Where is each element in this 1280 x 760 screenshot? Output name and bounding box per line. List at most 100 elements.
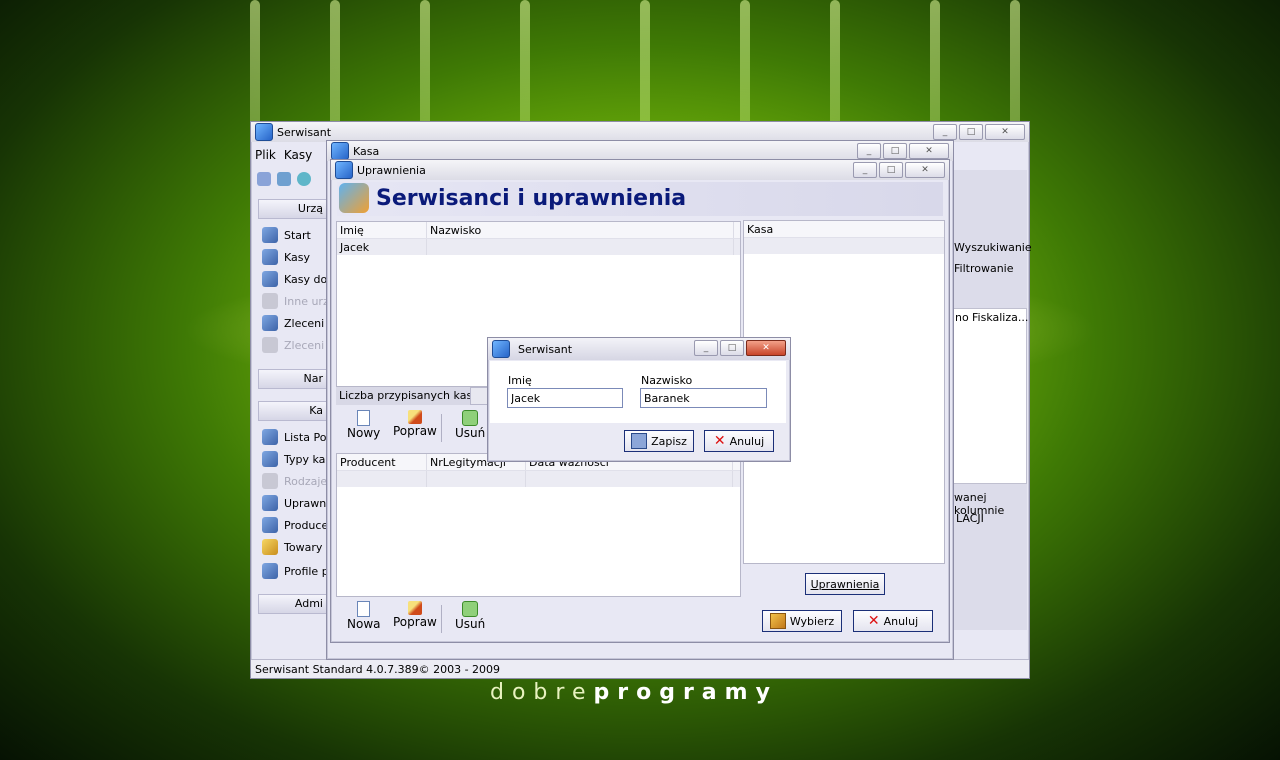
maximize-button[interactable]: □ xyxy=(883,143,907,159)
recycle-bin-icon xyxy=(462,601,479,617)
cancel-icon: ✕ xyxy=(867,613,880,629)
menu-kasy[interactable]: Kasy xyxy=(284,148,312,162)
popraw-bottom-button[interactable]: Popraw xyxy=(393,601,437,629)
right-grid: no Fiskaliza... xyxy=(951,308,1029,484)
sidebar-item-label: Profile p xyxy=(284,564,329,578)
page-title: Serwisanci i uprawnienia xyxy=(376,186,687,211)
main-titlebar[interactable]: Serwisant _ □ ✕ xyxy=(251,122,1029,142)
recycle-bin-icon xyxy=(462,410,479,426)
search-icon[interactable] xyxy=(297,172,311,186)
sidebar-item-profile[interactable]: Profile p xyxy=(262,563,329,579)
column-header-nazwisko[interactable]: Nazwisko xyxy=(427,222,734,238)
usun-button[interactable]: Usuń xyxy=(455,410,485,440)
users-icon xyxy=(262,495,278,511)
sidebar-item-rodzaje: Rodzaje xyxy=(262,473,327,489)
order-icon xyxy=(262,337,278,353)
sidebar-item-label: Inne urz xyxy=(284,294,329,308)
status-bar: Serwisant Standard 4.0.7.389© 2003 - 200… xyxy=(251,659,1029,678)
floppy-disk-icon xyxy=(631,433,648,449)
dialog-titlebar[interactable]: Serwisant _ □ ✕ xyxy=(488,338,790,360)
sidebar-group-urzadzenia[interactable]: Urzą xyxy=(258,199,328,219)
sidebar-group-kartoteki[interactable]: Ka xyxy=(258,401,328,421)
usun-bottom-button[interactable]: Usuń xyxy=(455,601,485,631)
sidebar-item-start[interactable]: Start xyxy=(262,227,311,243)
sidebar-group-narzedzia[interactable]: Nar xyxy=(258,369,328,389)
close-button[interactable]: ✕ xyxy=(985,124,1025,140)
last-name-input[interactable] xyxy=(640,388,767,408)
sidebar-item-zlecenia[interactable]: Zleceni xyxy=(262,315,324,331)
dialog-title: Serwisant xyxy=(518,342,573,356)
popraw-bottom-label: Popraw xyxy=(393,615,437,629)
sidebar-item-kasy-do[interactable]: Kasy do xyxy=(262,271,327,287)
app-icon xyxy=(335,161,353,179)
save-button[interactable]: Zapisz xyxy=(624,430,694,452)
nowy-button[interactable]: Nowy xyxy=(347,410,380,440)
minimize-button[interactable]: _ xyxy=(857,143,881,159)
maximize-button[interactable]: □ xyxy=(959,124,983,140)
sidebar-item-label: Zleceni xyxy=(284,338,325,352)
nowa-button[interactable]: Nowa xyxy=(347,601,381,631)
minimize-button[interactable]: _ xyxy=(694,340,718,356)
sidebar-item-inne: Inne urz xyxy=(262,293,329,309)
sidebar-item-producenci[interactable]: Produce xyxy=(262,517,328,533)
minimize-button[interactable]: _ xyxy=(933,124,957,140)
filter-link[interactable]: Filtrowanie xyxy=(954,262,1014,275)
minimize-button[interactable]: _ xyxy=(853,162,877,178)
cancel-button[interactable]: ✕ Anuluj xyxy=(704,430,774,452)
maximize-button[interactable]: □ xyxy=(879,162,903,178)
sidebar-group-admin[interactable]: Admi xyxy=(258,594,328,614)
register-icon xyxy=(262,451,278,467)
cell-nazwisko xyxy=(427,239,734,255)
sidebar-item-lista[interactable]: Lista Po xyxy=(262,429,326,445)
wybierz-label: Wybierz xyxy=(789,614,835,628)
table-row[interactable] xyxy=(337,471,740,487)
first-name-input[interactable] xyxy=(507,388,623,408)
app-icon xyxy=(255,123,273,141)
search-link[interactable]: Wyszukiwanie xyxy=(954,241,1032,254)
select-icon xyxy=(769,613,786,629)
home-icon xyxy=(262,227,278,243)
device-icon xyxy=(262,293,278,309)
toolbar-divider xyxy=(441,414,442,442)
app-icon xyxy=(492,340,510,358)
column-header-kasa[interactable]: Kasa xyxy=(744,221,940,237)
save-label: Zapisz xyxy=(651,434,687,448)
table-row[interactable] xyxy=(744,238,944,254)
table-row[interactable]: Jacek xyxy=(337,239,740,255)
uprawnienia-button-label: Uprawnienia xyxy=(810,577,880,591)
sidebar-item-uprawnienia[interactable]: Uprawn xyxy=(262,495,326,511)
close-button[interactable]: ✕ xyxy=(746,340,786,356)
watermark-part1: dobre xyxy=(490,680,594,705)
edit-icon xyxy=(407,410,422,424)
users-permissions-icon xyxy=(339,183,369,213)
sidebar-item-towary[interactable]: Towary xyxy=(262,539,322,555)
order-icon xyxy=(262,315,278,331)
tree-icon xyxy=(262,473,278,489)
home-icon xyxy=(262,563,278,579)
close-button[interactable]: ✕ xyxy=(905,162,945,178)
users-icon xyxy=(262,271,278,287)
serwisant-dialog: Serwisant _ □ ✕ Imię Nazwisko Zapisz ✕ A… xyxy=(487,337,791,462)
menu-plik[interactable]: Plik xyxy=(255,148,276,162)
main-window-title: Serwisant xyxy=(277,125,332,139)
new-document-icon xyxy=(357,601,371,617)
maximize-button[interactable]: □ xyxy=(720,340,744,356)
right-grid-col-b: Fiskaliza... xyxy=(972,311,1029,324)
column-header-imie[interactable]: Imię xyxy=(337,222,427,238)
column-header-producent[interactable]: Producent xyxy=(337,454,427,470)
uprawnienia-window-title: Uprawnienia xyxy=(357,163,426,177)
home-icon[interactable] xyxy=(257,172,271,186)
sidebar-item-typy[interactable]: Typy ka xyxy=(262,451,325,467)
uprawnienia-titlebar[interactable]: Uprawnienia _ □ ✕ xyxy=(331,160,949,180)
anuluj-button[interactable]: ✕ Anuluj xyxy=(853,610,933,632)
popraw-button[interactable]: Popraw xyxy=(393,410,437,438)
last-name-label: Nazwisko xyxy=(641,374,693,387)
kasa-titlebar[interactable]: Kasa _ □ ✕ xyxy=(327,141,953,161)
sidebar-item-label: Rodzaje xyxy=(284,474,328,488)
register-icon[interactable] xyxy=(277,172,291,186)
sidebar-item-kasy[interactable]: Kasy xyxy=(262,249,310,265)
uprawnienia-button[interactable]: Uprawnienia xyxy=(805,573,885,595)
close-button[interactable]: ✕ xyxy=(909,143,949,159)
new-document-icon xyxy=(357,410,371,426)
wybierz-button[interactable]: Wybierz xyxy=(762,610,842,632)
